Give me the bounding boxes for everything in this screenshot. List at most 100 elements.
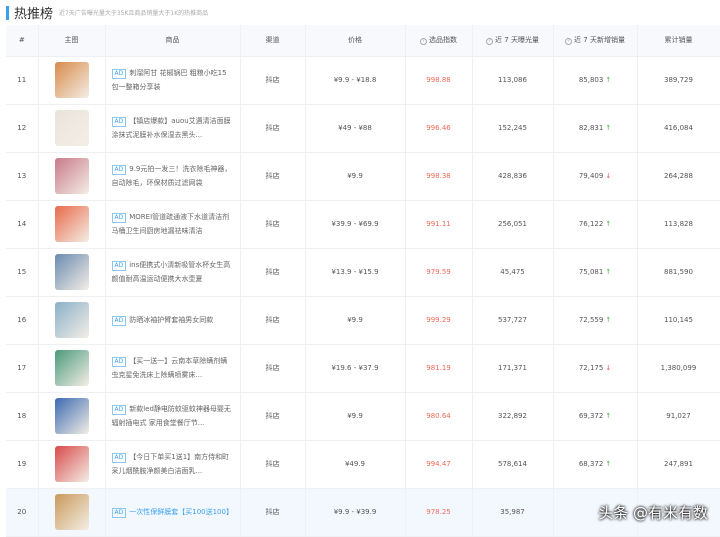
selection-index: 991.11 [405, 200, 473, 249]
product-cell[interactable]: AD 9.9元拍一发三！洗衣除毛神器，自动除毛，环保材质过滤网袋 [105, 152, 241, 201]
trend-arrow-icon: ↑ [605, 220, 612, 228]
help-icon[interactable]: ? [420, 38, 427, 46]
ad-badge: AD [111, 453, 127, 463]
column-header[interactable]: # [6, 25, 39, 57]
rank: 12 [6, 104, 39, 153]
selection-index: 998.88 [405, 56, 473, 105]
channel: 抖店 [240, 392, 306, 441]
rank: 16 [6, 296, 39, 345]
column-header[interactable]: 价格 [305, 25, 406, 57]
product-image[interactable] [54, 350, 89, 386]
product-name[interactable]: 刺溜阿甘 花椒锅巴 粗粮小吃15包一整箱分享装 [112, 69, 227, 91]
new-sales-cell: 72,175 ↓ [553, 344, 638, 393]
new-sales: 72,175 [578, 364, 604, 372]
column-label: 累计销量 [664, 36, 693, 45]
channel: 抖店 [240, 248, 306, 297]
ad-badge: AD [111, 69, 127, 79]
table-row[interactable]: 17 AD 【买一送一】云南本草除螨剂螨虫克星免洗床上除螨喷雾床... 抖店 ¥1… [6, 344, 720, 393]
column-header[interactable]: 商品 [105, 25, 241, 57]
product-cell[interactable]: AD 刺溜阿甘 花椒锅巴 粗粮小吃15包一整箱分享装 [105, 56, 241, 105]
table-row[interactable]: 13 AD 9.9元拍一发三！洗衣除毛神器，自动除毛，环保材质过滤网袋 抖店 ¥9… [6, 152, 720, 201]
column-header[interactable]: 主图 [38, 25, 106, 57]
product-name[interactable]: 【镇店爆款】auou艾遇清洁面膜涂抹式泥膜补水保湿去黑头... [112, 117, 231, 139]
product-cell[interactable]: AD MOREI管道疏通液下水道清洁剂马桶卫生间厨房地漏祛味清洁 [105, 200, 241, 249]
new-sales-cell: 76,122 ↑ [553, 200, 638, 249]
column-header[interactable]: ? 选品指数 [405, 25, 473, 57]
product-image[interactable] [54, 494, 89, 530]
price: ¥49 - ¥88 [305, 104, 406, 153]
product-image[interactable] [54, 206, 89, 242]
new-sales-cell: 69,372 ↑ [553, 392, 638, 441]
product-cell[interactable]: AD 防晒冰袖护臂套袖男女同款 [105, 296, 241, 345]
column-header[interactable]: ? 近 7 天曝光量 [472, 25, 554, 57]
product-image[interactable] [54, 254, 89, 290]
table-row[interactable]: 15 AD ins便携式小清新吸管水杯女生高颜值耐高温运动便携大水壶夏 抖店 ¥1… [6, 248, 720, 297]
column-header[interactable]: 渠道 [240, 25, 306, 57]
ad-badge: AD [111, 261, 127, 271]
new-sales: 79,409 [578, 172, 604, 180]
product-image[interactable] [54, 110, 89, 146]
table-row[interactable]: 18 AD 新款led静电防蚊驱蚊神器母婴无辐射插电式 家用食堂餐厅节... 抖店… [6, 392, 720, 441]
channel: 抖店 [240, 488, 306, 537]
product-image[interactable] [54, 398, 89, 434]
channel: 抖店 [240, 344, 306, 393]
product-cell[interactable]: AD 一次性保鲜膜套【买100送100】 [105, 488, 241, 537]
product-name[interactable]: 9.9元拍一发三！洗衣除毛神器，自动除毛，环保材质过滤网袋 [112, 165, 232, 187]
product-name[interactable]: ins便携式小清新吸管水杯女生高颜值耐高温运动便携大水壶夏 [112, 261, 231, 283]
total-sales: 247,891 [637, 440, 720, 489]
new-sales-cell: 79,409 ↓ [553, 152, 638, 201]
thumbnail-cell [38, 56, 106, 105]
total-sales: 264,288 [637, 152, 720, 201]
thumbnail-cell [38, 104, 106, 153]
price: ¥9.9 [305, 296, 406, 345]
product-image[interactable] [54, 62, 89, 98]
title-accent [6, 5, 9, 20]
ad-badge: AD [111, 357, 127, 367]
product-image[interactable] [54, 302, 89, 338]
product-image[interactable] [54, 158, 89, 194]
price: ¥9.9 [305, 392, 406, 441]
product-cell[interactable]: AD 【买一送一】云南本草除螨剂螨虫克星免洗床上除螨喷雾床... [105, 344, 241, 393]
exposure: 152,245 [472, 104, 554, 153]
exposure: 537,727 [472, 296, 554, 345]
channel: 抖店 [240, 104, 306, 153]
new-sales-cell: 68,372 ↑ [553, 440, 638, 489]
trend-arrow-icon: ↑ [605, 316, 612, 324]
help-icon[interactable]: ? [565, 38, 573, 46]
new-sales-cell: 72,559 ↑ [553, 296, 638, 345]
new-sales: 82,831 [578, 124, 604, 132]
product-image[interactable] [54, 446, 89, 482]
product-name[interactable]: 防晒冰袖护臂套袖男女同款 [129, 316, 213, 324]
rank: 13 [6, 152, 39, 201]
column-label: 主图 [64, 36, 79, 45]
product-cell[interactable]: AD 【今日下单买1送1】南方侍和町采儿烟酰胺净颜美白洁面乳... [105, 440, 241, 489]
column-label: 商品 [165, 36, 180, 45]
product-name[interactable]: 一次性保鲜膜套【买100送100】 [129, 508, 233, 516]
product-name[interactable]: 【买一送一】云南本草除螨剂螨虫克星免洗床上除螨喷雾床... [112, 357, 228, 379]
product-name[interactable]: 【今日下单买1送1】南方侍和町采儿烟酰胺净颜美白洁面乳... [112, 453, 230, 475]
rank: 17 [6, 344, 39, 393]
product-cell[interactable]: AD ins便携式小清新吸管水杯女生高颜值耐高温运动便携大水壶夏 [105, 248, 241, 297]
table-row[interactable]: 11 AD 刺溜阿甘 花椒锅巴 粗粮小吃15包一整箱分享装 抖店 ¥9.9 - ¥… [6, 56, 720, 105]
product-cell[interactable]: AD 【镇店爆款】auou艾遇清洁面膜涂抹式泥膜补水保湿去黑头... [105, 104, 241, 153]
table-row[interactable]: 14 AD MOREI管道疏通液下水道清洁剂马桶卫生间厨房地漏祛味清洁 抖店 ¥3… [6, 200, 720, 249]
thumbnail-cell [38, 488, 106, 537]
selection-index: 998.38 [405, 152, 473, 201]
table-row[interactable]: 12 AD 【镇店爆款】auou艾遇清洁面膜涂抹式泥膜补水保湿去黑头... 抖店 … [6, 104, 720, 153]
total-sales: 91,027 [637, 392, 720, 441]
page-title: 热推榜 [14, 7, 54, 22]
product-name[interactable]: MOREI管道疏通液下水道清洁剂马桶卫生间厨房地漏祛味清洁 [112, 213, 230, 235]
column-label: # [18, 36, 25, 45]
thumbnail-cell [38, 200, 106, 249]
help-icon[interactable]: ? [486, 38, 494, 46]
product-name[interactable]: 新款led静电防蚊驱蚊神器母婴无辐射插电式 家用食堂餐厅节... [112, 405, 231, 427]
product-cell[interactable]: AD 新款led静电防蚊驱蚊神器母婴无辐射插电式 家用食堂餐厅节... [105, 392, 241, 441]
channel: 抖店 [240, 152, 306, 201]
column-header[interactable]: 累计销量 [637, 25, 720, 57]
price: ¥13.9 - ¥15.9 [305, 248, 406, 297]
table-row[interactable]: 19 AD 【今日下单买1送1】南方侍和町采儿烟酰胺净颜美白洁面乳... 抖店 ¥… [6, 440, 720, 489]
table-row[interactable]: 16 AD 防晒冰袖护臂套袖男女同款 抖店 ¥9.9 999.29 537,727… [6, 296, 720, 345]
column-header[interactable]: ? 近 7 天新增销量 [553, 25, 638, 57]
trend-arrow-icon: ↑ [605, 412, 612, 420]
price: ¥9.9 [305, 152, 406, 201]
